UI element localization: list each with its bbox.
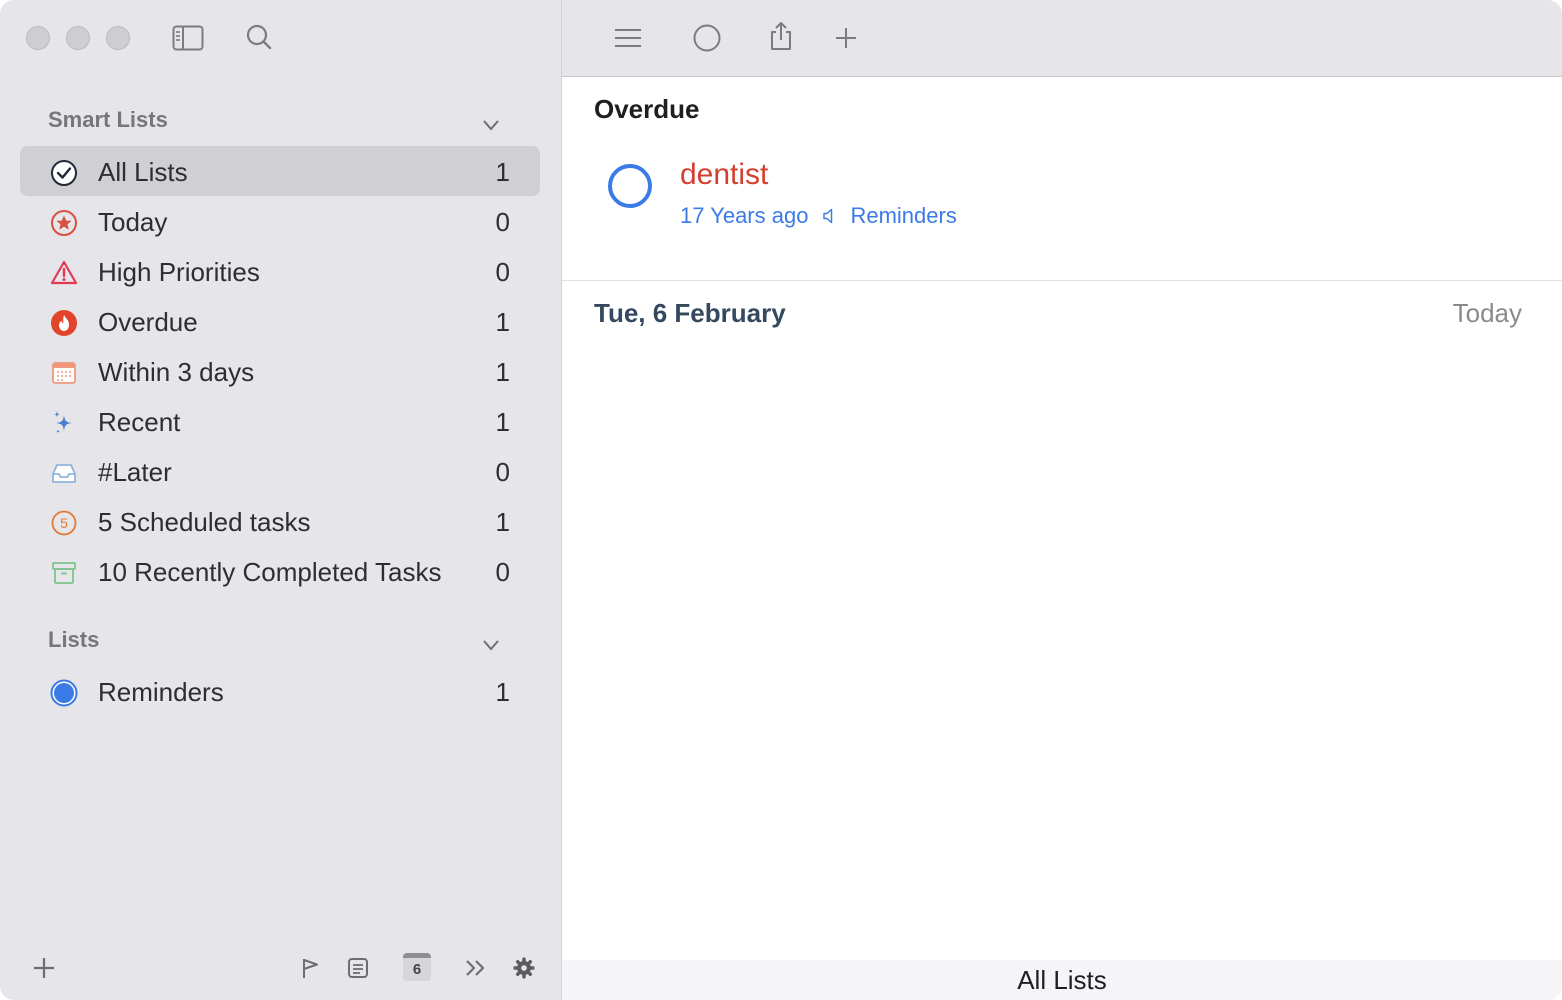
forward-chevrons-icon[interactable]: [462, 954, 490, 982]
status-bar: All Lists: [562, 960, 1562, 1000]
sidebar-item-count: 1: [495, 357, 510, 387]
zoom-window-button[interactable]: [106, 26, 130, 50]
section-divider: [562, 280, 1562, 281]
search-icon[interactable]: [244, 22, 274, 52]
sidebar-item-reminders[interactable]: Reminders 1: [20, 666, 540, 716]
current-list-title: All Lists: [1017, 964, 1107, 995]
close-window-button[interactable]: [26, 26, 50, 50]
sidebar-item-label: All Lists: [98, 157, 188, 187]
main-content: Overdue dentist 17 Years ago Reminders T…: [562, 0, 1562, 1000]
sidebar-item-count: 1: [495, 157, 510, 187]
sidebar: Smart Lists All Lists 1 Today 0 High Pri…: [0, 0, 562, 1000]
app-window: Smart Lists All Lists 1 Today 0 High Pri…: [0, 0, 1562, 1000]
sidebar-item-label: Today: [98, 207, 168, 237]
sidebar-item-label: Within 3 days: [98, 357, 255, 387]
lists-header: Lists: [48, 627, 100, 652]
chevron-down-icon[interactable]: [480, 114, 502, 136]
date-section-header: Tue, 6 February: [594, 298, 786, 328]
menu-lines-icon[interactable]: [612, 24, 644, 52]
sidebar-item-count: 0: [495, 457, 510, 487]
sparkles-icon: [50, 409, 78, 437]
sidebar-item-label: 5 Scheduled tasks: [98, 507, 311, 537]
flag-icon[interactable]: [296, 954, 324, 982]
sidebar-item-label: #Later: [98, 457, 172, 487]
svg-text:5: 5: [60, 515, 68, 531]
sidebar-item-count: 1: [495, 407, 510, 437]
sidebar-item-count: 1: [495, 677, 510, 707]
gear-icon[interactable]: [510, 954, 538, 982]
chevron-down-icon[interactable]: [480, 634, 502, 656]
minimize-window-button[interactable]: [66, 26, 90, 50]
sidebar-item-label: Recent: [98, 407, 181, 437]
sidebar-item-label: Overdue: [98, 307, 198, 337]
star-circle-icon: [50, 209, 78, 237]
add-task-icon[interactable]: [832, 24, 860, 52]
smart-lists-header: Smart Lists: [48, 107, 168, 132]
tray-icon: [50, 459, 78, 487]
sidebar-item-10-recently-completed[interactable]: 10 Recently Completed Tasks 0: [20, 546, 540, 596]
toolbar: [562, 0, 1562, 77]
sidebar-item-label: Reminders: [98, 677, 224, 707]
sidebar-item-count: 1: [495, 307, 510, 337]
sidebar-toggle-icon[interactable]: [172, 24, 204, 52]
calendar-day-number: 6: [412, 961, 422, 978]
note-icon[interactable]: [344, 954, 372, 982]
sidebar-item-count: 0: [495, 257, 510, 287]
sidebar-item-count: 0: [495, 557, 510, 587]
sidebar-item-today[interactable]: Today 0: [20, 196, 540, 246]
share-icon[interactable]: [766, 20, 796, 52]
task-meta: 17 Years ago Reminders: [680, 203, 957, 229]
sidebar-item-label: High Priorities: [98, 257, 260, 287]
sidebar-item-count: 0: [495, 207, 510, 237]
warning-triangle-icon: [50, 259, 78, 287]
add-list-icon[interactable]: [30, 954, 58, 982]
number-five-circle-icon: 5: [50, 509, 78, 537]
sidebar-item-count: 1: [495, 507, 510, 537]
task-list-name: Reminders: [850, 203, 957, 228]
sidebar-item-overdue[interactable]: Overdue 1: [20, 296, 540, 346]
reminder-alarm-icon: [822, 207, 836, 225]
sidebar-item-high-priorities[interactable]: High Priorities 0: [20, 246, 540, 296]
task-due-date: 17 Years ago: [680, 203, 809, 228]
calendar-icon: [50, 359, 78, 387]
sidebar-item-label: 10 Recently Completed Tasks: [98, 557, 442, 587]
blue-dot-icon: [50, 679, 78, 707]
task-complete-checkbox[interactable]: [608, 164, 652, 208]
complete-circle-icon[interactable]: [692, 23, 722, 53]
sidebar-item-recent[interactable]: Recent 1: [20, 396, 540, 446]
calendar-day-icon[interactable]: 6: [402, 952, 432, 982]
relative-date-label: Today: [1452, 298, 1522, 328]
sidebar-item-5-scheduled-tasks[interactable]: 5 5 Scheduled tasks 1: [20, 496, 540, 546]
task-title[interactable]: dentist: [680, 158, 768, 192]
sidebar-item-later[interactable]: #Later 0: [20, 446, 540, 496]
sidebar-item-within-3-days[interactable]: Within 3 days 1: [20, 346, 540, 396]
sidebar-item-all-lists[interactable]: All Lists 1: [20, 146, 540, 196]
checkmark-circle-icon: [50, 159, 78, 187]
archive-box-icon: [50, 559, 78, 587]
overdue-section-header: Overdue: [594, 94, 700, 124]
flame-icon: [50, 309, 78, 337]
